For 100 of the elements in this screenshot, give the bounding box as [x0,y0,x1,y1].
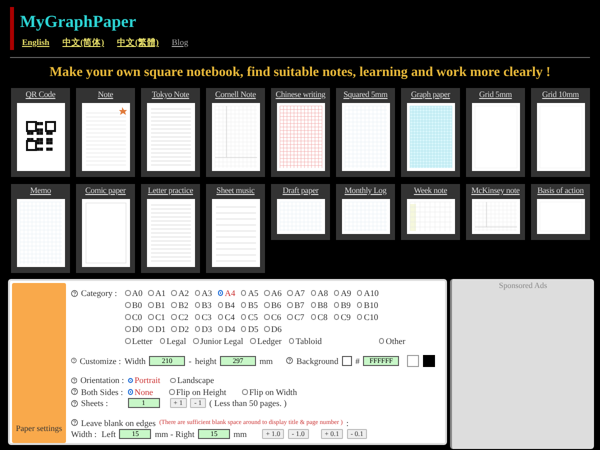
radio-option[interactable]: A10 [356,288,379,298]
template-card[interactable]: Grid 5mm [466,88,525,177]
radio-option[interactable]: C6 [264,312,282,322]
radio-option[interactable]: D6 [264,324,282,334]
template-link[interactable]: QR Code [26,90,56,99]
radio-option[interactable]: Flip on Width [242,386,297,397]
template-card[interactable]: Basis of action [531,184,590,240]
radio-option[interactable]: D4 [218,324,236,334]
radio-option[interactable]: B3 [194,300,212,310]
blog-link[interactable]: Blog [172,37,188,49]
template-card[interactable]: Comic paper [76,184,135,273]
radio-option[interactable]: C4 [218,312,235,322]
radio-option[interactable]: B1 [148,300,166,310]
template-card[interactable]: Cornell Note [206,88,265,177]
radio-option[interactable]: B5 [240,300,258,310]
template-link[interactable]: Monthly Log [344,186,386,195]
template-card[interactable]: Monthly Log [336,184,395,240]
radio-option[interactable]: C9 [334,312,351,322]
template-card[interactable]: QR Code [11,88,70,177]
template-link[interactable]: Basis of action [537,186,584,195]
template-link[interactable]: Memo [30,186,51,195]
radio-option[interactable]: D0 [125,324,143,334]
radio-option[interactable]: B2 [171,300,188,310]
template-card[interactable]: Sheet music [206,184,265,273]
radio-option[interactable]: B10 [356,300,378,310]
radio-option[interactable]: C0 [125,312,142,322]
template-link[interactable]: Note [98,90,114,99]
language-link[interactable]: 中文(繁體) [117,37,159,49]
radio-option[interactable]: A0 [125,288,143,298]
template-card[interactable]: Note [76,88,135,177]
color-swatch[interactable] [407,354,420,367]
radio-option[interactable]: Other [378,336,406,346]
template-link[interactable]: Grid 5mm [479,90,512,99]
radio-option[interactable]: Junior Legal [193,336,244,346]
radio-option[interactable]: Tabloid [288,336,322,346]
help-icon[interactable] [71,357,77,364]
help-icon[interactable] [71,376,78,384]
help-icon[interactable] [286,357,293,364]
language-link[interactable]: English [22,37,50,49]
radio-option[interactable]: B8 [310,300,328,310]
radio-option[interactable]: A9 [334,288,352,298]
template-card[interactable]: Week note [401,184,460,240]
radio-option[interactable]: Flip on Height [169,386,226,397]
radio-option[interactable]: B6 [264,300,282,310]
radio-option[interactable]: C7 [287,312,304,322]
radio-option[interactable]: C8 [310,312,328,322]
template-link[interactable]: Graph paper [410,90,450,99]
radio-option[interactable]: C10 [356,312,378,322]
template-link[interactable]: Squared 5mm [343,90,388,99]
template-link[interactable]: Week note [414,186,448,195]
template-link[interactable]: Sheet music [216,186,255,195]
radio-option[interactable]: A3 [194,288,212,298]
help-icon[interactable] [71,290,78,296]
radio-option[interactable]: C5 [240,312,258,322]
radio-option[interactable]: B4 [218,300,235,310]
radio-option[interactable]: Ledger [250,336,282,346]
template-link[interactable]: McKinsey note [471,186,520,195]
radio-option[interactable]: D2 [171,324,189,334]
help-icon[interactable] [71,400,78,407]
radio-option[interactable]: D3 [194,324,212,334]
radio-option[interactable]: A1 [148,288,166,298]
help-icon[interactable] [71,419,78,426]
template-card[interactable]: McKinsey note [466,184,525,240]
radio-option[interactable]: C1 [148,312,166,322]
template-link[interactable]: Grid 10mm [542,90,579,99]
color-swatch[interactable] [422,354,435,367]
radio-option[interactable]: A5 [240,288,258,298]
template-link[interactable]: Comic paper [85,186,126,195]
template-link[interactable]: Chinese writing [276,90,326,99]
template-card[interactable]: Memo [11,184,70,273]
template-link[interactable]: Cornell Note [215,90,256,99]
radio-option[interactable]: Portrait [128,375,160,386]
template-card[interactable]: Chinese writing [271,88,330,177]
template-card[interactable]: Grid 10mm [531,88,590,177]
language-link[interactable]: 中文(简体) [62,37,104,49]
template-link[interactable]: Letter practice [148,186,194,195]
radio-option[interactable]: Letter [125,336,153,346]
radio-option[interactable]: D1 [148,324,166,334]
radio-option[interactable]: B9 [334,300,351,310]
template-link[interactable]: Tokyo Note [152,90,190,99]
paper-preview[interactable] [16,103,64,171]
radio-option[interactable]: C2 [171,312,188,322]
radio-option[interactable]: A2 [171,288,189,298]
radio-option[interactable]: B0 [125,300,142,310]
background-checkbox[interactable] [342,356,352,366]
template-link[interactable]: Draft paper [282,186,318,195]
radio-option[interactable]: None [128,386,154,397]
site-title[interactable]: MyGraphPaper [20,12,590,32]
radio-option[interactable]: A6 [264,288,282,298]
template-card[interactable]: Squared 5mm [336,88,395,177]
template-card[interactable]: Tokyo Note [141,88,200,177]
help-icon[interactable] [71,388,78,396]
template-card[interactable]: Graph paper [401,88,460,177]
radio-option[interactable]: Legal [160,336,186,346]
radio-option[interactable]: Landscape [170,375,214,386]
radio-option[interactable]: A4 [218,288,236,298]
template-card[interactable]: Letter practice [141,184,200,273]
radio-option[interactable]: D5 [240,324,258,334]
template-card[interactable]: Draft paper [271,184,330,240]
radio-option[interactable]: C3 [194,312,212,322]
